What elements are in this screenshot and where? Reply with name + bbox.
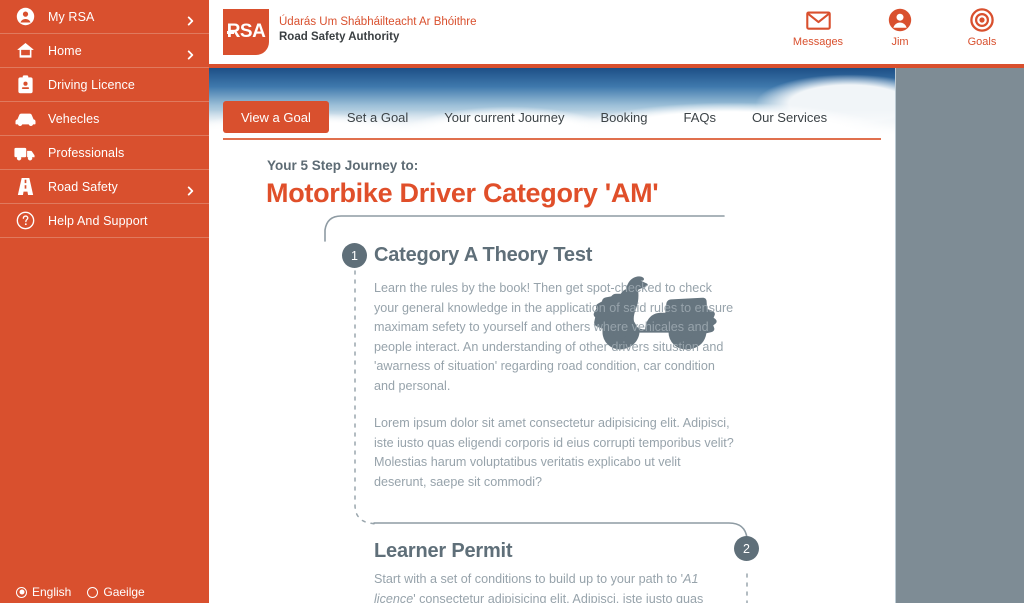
header-accent-rule xyxy=(209,64,1024,68)
step-paragraph-part-a: Start with a set of conditions to build … xyxy=(374,572,684,586)
sidebar-item-professionals[interactable]: Professionals xyxy=(0,136,209,170)
header-action-label: Messages xyxy=(792,36,844,48)
sidebar-item-label: Vehecles xyxy=(48,111,100,126)
tab-set-a-goal[interactable]: Set a Goal xyxy=(329,102,426,132)
language-selector: English Gaeilge xyxy=(0,581,209,603)
radio-button-selected[interactable] xyxy=(16,586,27,598)
step-heading-1: Category A Theory Test xyxy=(374,244,593,266)
header-action-label: Jim xyxy=(891,36,909,48)
language-label: Gaeilge xyxy=(103,585,145,599)
chevron-right-icon xyxy=(186,12,195,25)
sidebar-item-my-rsa[interactable]: My RSA xyxy=(0,0,209,34)
header-action-label: Goals xyxy=(967,36,997,48)
tab-bar: View a Goal Set a Goal Your current Jour… xyxy=(209,94,895,140)
home-icon xyxy=(14,40,36,62)
right-gutter xyxy=(895,68,1024,603)
step-paragraphs-2: Start with a set of conditions to build … xyxy=(374,570,739,603)
tab-view-a-goal[interactable]: View a Goal xyxy=(223,101,329,133)
user-circle-icon xyxy=(14,6,36,28)
header-action-profile[interactable]: Jim xyxy=(872,6,928,48)
sidebar-item-label: Home xyxy=(48,43,82,58)
step-paragraphs-1: Learn the rules by the book! Then get sp… xyxy=(374,279,734,510)
sidebar-item-vehecles[interactable]: Vehecles xyxy=(0,102,209,136)
envelope-icon xyxy=(805,6,831,34)
step-paragraph: Start with a set of conditions to build … xyxy=(374,570,739,603)
sidebar: My RSA Home Driving Licence Vehecles Pro… xyxy=(0,0,209,603)
rsa-logo[interactable]: RSA xyxy=(223,9,269,55)
car-icon xyxy=(14,108,36,130)
question-circle-icon xyxy=(14,210,36,232)
step-paragraph: Learn the rules by the book! Then get sp… xyxy=(374,281,734,393)
sidebar-item-driving-licence[interactable]: Driving Licence xyxy=(0,68,209,102)
chevron-right-icon xyxy=(186,46,195,59)
id-card-icon xyxy=(14,74,36,96)
header-action-messages[interactable]: Messages xyxy=(790,6,846,48)
sidebar-item-label: Professionals xyxy=(48,145,125,160)
sidebar-item-road-safety[interactable]: Road Safety xyxy=(0,170,209,204)
app-root: My RSA Home Driving Licence Vehecles Pro… xyxy=(0,0,1024,603)
road-icon xyxy=(14,176,36,198)
header-actions: Messages Jim Goals xyxy=(790,6,1010,48)
step-paragraph: Lorem ipsum dolor sit amet consectetur a… xyxy=(374,416,734,489)
user-circle-icon xyxy=(888,6,912,34)
language-label: English xyxy=(32,585,72,599)
tab-booking[interactable]: Booking xyxy=(583,102,666,132)
tab-faqs[interactable]: FAQs xyxy=(665,102,734,132)
step-paragraph-part-b: ' consectetur adipisicing elit. Adipisci… xyxy=(413,591,704,603)
step-number-badge-1: 1 xyxy=(342,243,367,268)
language-option-gaeilge[interactable]: Gaeilge xyxy=(87,585,145,599)
radio-button[interactable] xyxy=(87,586,99,598)
sidebar-item-help-and-support[interactable]: Help And Support xyxy=(0,204,209,238)
tab-our-services[interactable]: Our Services xyxy=(734,102,845,132)
sidebar-item-label: Road Safety xyxy=(48,179,118,194)
sidebar-item-label: My RSA xyxy=(48,9,95,24)
site-header: RSA Údarás Um Shábháilteacht Ar Bhóithre… xyxy=(209,0,1024,64)
chevron-right-icon xyxy=(186,182,195,195)
brand-english-name: Road Safety Authority xyxy=(279,31,400,43)
brand-titles: Údarás Um Shábháilteacht Ar Bhóithre Roa… xyxy=(279,15,477,45)
sidebar-item-label: Driving Licence xyxy=(48,77,135,92)
page-title: Motorbike Driver Category 'AM' xyxy=(266,178,659,208)
header-action-goals[interactable]: Goals xyxy=(954,6,1010,48)
brand-irish-name: Údarás Um Shábháilteacht Ar Bhóithre xyxy=(279,16,477,28)
sidebar-item-home[interactable]: Home xyxy=(0,34,209,68)
rsa-logo-text: RSA xyxy=(226,21,266,42)
tab-bar-underline xyxy=(223,138,881,140)
truck-icon xyxy=(14,142,36,164)
sidebar-item-label: Help And Support xyxy=(48,213,148,228)
journey-eyebrow: Your 5 Step Journey to: xyxy=(267,158,419,173)
target-icon xyxy=(970,6,994,34)
step-heading-2: Learner Permit xyxy=(374,540,513,562)
tab-your-current-journey[interactable]: Your current Journey xyxy=(426,102,582,132)
language-option-english[interactable]: English xyxy=(16,585,71,599)
content-panel: View a Goal Set a Goal Your current Jour… xyxy=(209,68,895,603)
step-number-badge-2: 2 xyxy=(734,536,759,561)
